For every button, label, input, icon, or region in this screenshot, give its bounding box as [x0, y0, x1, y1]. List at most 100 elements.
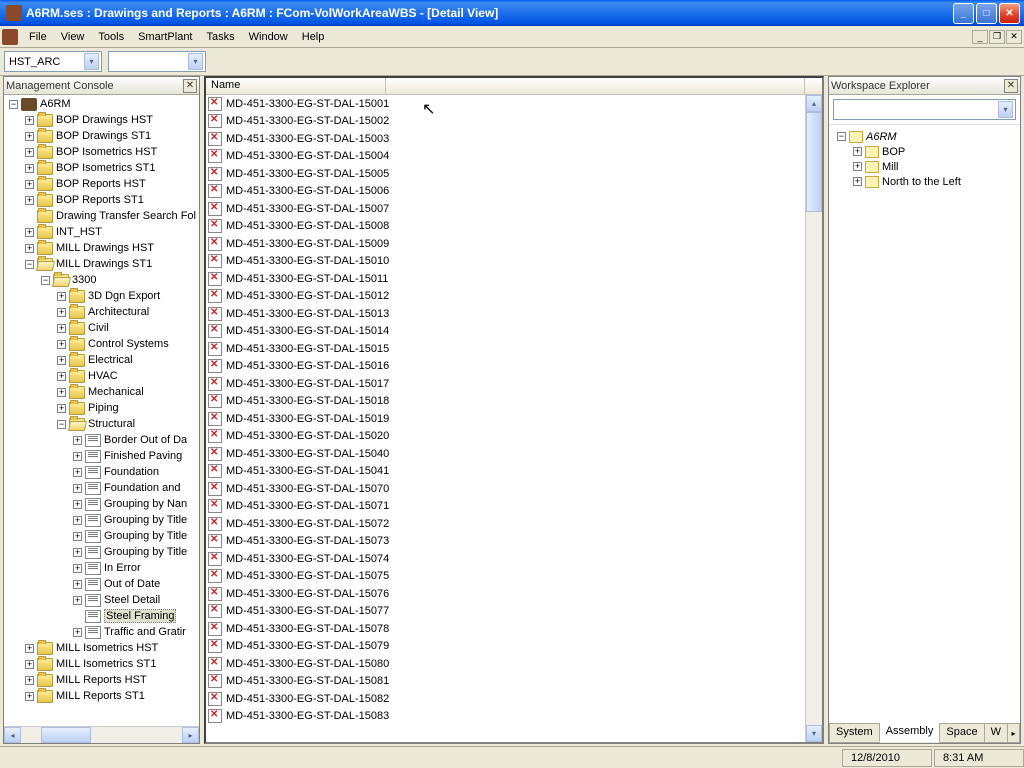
tree-item[interactable]: +Foundation [5, 464, 198, 480]
expand-icon[interactable]: + [73, 516, 82, 525]
list-item[interactable]: MD-451-3300-EG-ST-DAL-15075 [206, 568, 822, 586]
list-item[interactable]: MD-451-3300-EG-ST-DAL-15080 [206, 655, 822, 673]
list-item[interactable]: MD-451-3300-EG-ST-DAL-15083 [206, 708, 822, 726]
list-item[interactable]: MD-451-3300-EG-ST-DAL-15018 [206, 393, 822, 411]
tree-item[interactable]: −A6RM [5, 96, 198, 112]
tree-item[interactable]: +MILL Reports ST1 [5, 688, 198, 704]
dropdown-icon[interactable] [998, 101, 1013, 118]
list-item[interactable]: MD-451-3300-EG-ST-DAL-15040 [206, 445, 822, 463]
collapse-icon[interactable]: − [837, 132, 846, 141]
expand-icon[interactable]: + [73, 580, 82, 589]
tree-item[interactable]: −MILL Drawings ST1 [5, 256, 198, 272]
tree-item[interactable]: +Civil [5, 320, 198, 336]
tree-item[interactable]: +Architectural [5, 304, 198, 320]
tree-item[interactable]: +Border Out of Da [5, 432, 198, 448]
list-item[interactable]: MD-451-3300-EG-ST-DAL-15015 [206, 340, 822, 358]
collapse-icon[interactable]: − [25, 260, 34, 269]
mdi-restore-button[interactable]: ❐ [989, 30, 1005, 44]
maximize-button[interactable]: □ [976, 3, 997, 24]
list-item[interactable]: MD-451-3300-EG-ST-DAL-15072 [206, 515, 822, 533]
list-item[interactable]: MD-451-3300-EG-ST-DAL-15041 [206, 463, 822, 481]
list-item[interactable]: MD-451-3300-EG-ST-DAL-15082 [206, 690, 822, 708]
tab-assembly[interactable]: Assembly [879, 723, 941, 742]
tree-item[interactable]: Drawing Transfer Search Fol [5, 208, 198, 224]
menu-item-view[interactable]: View [54, 29, 92, 45]
expand-icon[interactable]: + [57, 324, 66, 333]
expand-icon[interactable]: + [25, 132, 34, 141]
toolbar-combo-1[interactable]: HST_ARC [4, 51, 102, 72]
list-item[interactable]: MD-451-3300-EG-ST-DAL-15078 [206, 620, 822, 638]
list-item[interactable]: MD-451-3300-EG-ST-DAL-15013 [206, 305, 822, 323]
tree-item[interactable]: +BOP Drawings ST1 [5, 128, 198, 144]
list-item[interactable]: MD-451-3300-EG-ST-DAL-15005 [206, 165, 822, 183]
workspace-tree-item[interactable]: +North to the Left [831, 174, 1018, 189]
expand-icon[interactable]: + [57, 404, 66, 413]
expand-icon[interactable]: + [25, 660, 34, 669]
column-header-name[interactable]: Name [206, 78, 386, 94]
expand-icon[interactable]: + [57, 340, 66, 349]
tab-w[interactable]: W [984, 724, 1008, 743]
tree-item[interactable]: +Grouping by Nan [5, 496, 198, 512]
tree-item[interactable]: −Structural [5, 416, 198, 432]
tree-item[interactable]: +Foundation and [5, 480, 198, 496]
tree-item[interactable]: +MILL Isometrics HST [5, 640, 198, 656]
tree-item[interactable]: +BOP Reports ST1 [5, 192, 198, 208]
tree-item[interactable]: +Finished Paving [5, 448, 198, 464]
workspace-tree-item[interactable]: −A6RM [831, 129, 1018, 144]
expand-icon[interactable]: + [57, 308, 66, 317]
tree-item[interactable]: +BOP Reports HST [5, 176, 198, 192]
expand-icon[interactable]: + [25, 148, 34, 157]
expand-icon[interactable]: + [73, 468, 82, 477]
workspace-tree-item[interactable]: +Mill [831, 159, 1018, 174]
expand-icon[interactable]: + [73, 500, 82, 509]
scroll-right-button[interactable]: ▸ [182, 727, 199, 743]
menu-item-help[interactable]: Help [295, 29, 332, 45]
tree-item[interactable]: +BOP Isometrics ST1 [5, 160, 198, 176]
tree-item[interactable]: +In Error [5, 560, 198, 576]
expand-icon[interactable]: + [25, 676, 34, 685]
list-vscrollbar[interactable]: ▴ ▾ [805, 95, 822, 742]
scroll-thumb[interactable] [806, 112, 822, 212]
tree-item[interactable]: +INT_HST [5, 224, 198, 240]
tree-item[interactable]: +Grouping by Title [5, 512, 198, 528]
left-panel-hscrollbar[interactable]: ◂ ▸ [4, 726, 199, 743]
expand-icon[interactable]: + [25, 644, 34, 653]
expand-icon[interactable]: + [853, 147, 862, 156]
expand-icon[interactable]: + [25, 692, 34, 701]
list-item[interactable]: MD-451-3300-EG-ST-DAL-15010 [206, 253, 822, 271]
menu-item-window[interactable]: Window [242, 29, 295, 45]
list-item[interactable]: MD-451-3300-EG-ST-DAL-15019 [206, 410, 822, 428]
list-item[interactable]: MD-451-3300-EG-ST-DAL-15002 [206, 113, 822, 131]
column-header-blank[interactable] [386, 78, 805, 94]
tab-space[interactable]: Space [939, 724, 984, 743]
list-item[interactable]: MD-451-3300-EG-ST-DAL-15071 [206, 498, 822, 516]
list-item[interactable]: MD-451-3300-EG-ST-DAL-15017 [206, 375, 822, 393]
collapse-icon[interactable]: − [9, 100, 18, 109]
tree-item[interactable]: +Traffic and Gratir [5, 624, 198, 640]
tree-item[interactable]: −3300 [5, 272, 198, 288]
tree-item[interactable]: +MILL Isometrics ST1 [5, 656, 198, 672]
menu-item-tasks[interactable]: Tasks [200, 29, 242, 45]
tree-item[interactable]: +Grouping by Title [5, 544, 198, 560]
scroll-thumb[interactable] [41, 727, 91, 743]
collapse-icon[interactable]: − [57, 420, 66, 429]
expand-icon[interactable]: + [57, 356, 66, 365]
tree-item[interactable]: +MILL Drawings HST [5, 240, 198, 256]
expand-icon[interactable]: + [73, 484, 82, 493]
list-body[interactable]: MD-451-3300-EG-ST-DAL-15001MD-451-3300-E… [206, 95, 822, 742]
list-item[interactable]: MD-451-3300-EG-ST-DAL-15081 [206, 673, 822, 691]
expand-icon[interactable]: + [25, 164, 34, 173]
tree-item[interactable]: +HVAC [5, 368, 198, 384]
expand-icon[interactable]: + [57, 372, 66, 381]
toolbar-combo-2[interactable] [108, 51, 206, 72]
tree-item[interactable]: +3D Dgn Export [5, 288, 198, 304]
management-console-tree[interactable]: −A6RM+BOP Drawings HST+BOP Drawings ST1+… [4, 95, 199, 726]
tree-item[interactable]: +Control Systems [5, 336, 198, 352]
list-item[interactable]: MD-451-3300-EG-ST-DAL-15020 [206, 428, 822, 446]
list-item[interactable]: MD-451-3300-EG-ST-DAL-15008 [206, 218, 822, 236]
expand-icon[interactable]: + [57, 388, 66, 397]
tab-scroll-right-button[interactable]: ▸ [1007, 724, 1020, 743]
list-item[interactable]: MD-451-3300-EG-ST-DAL-15076 [206, 585, 822, 603]
expand-icon[interactable]: + [853, 162, 862, 171]
expand-icon[interactable]: + [853, 177, 862, 186]
